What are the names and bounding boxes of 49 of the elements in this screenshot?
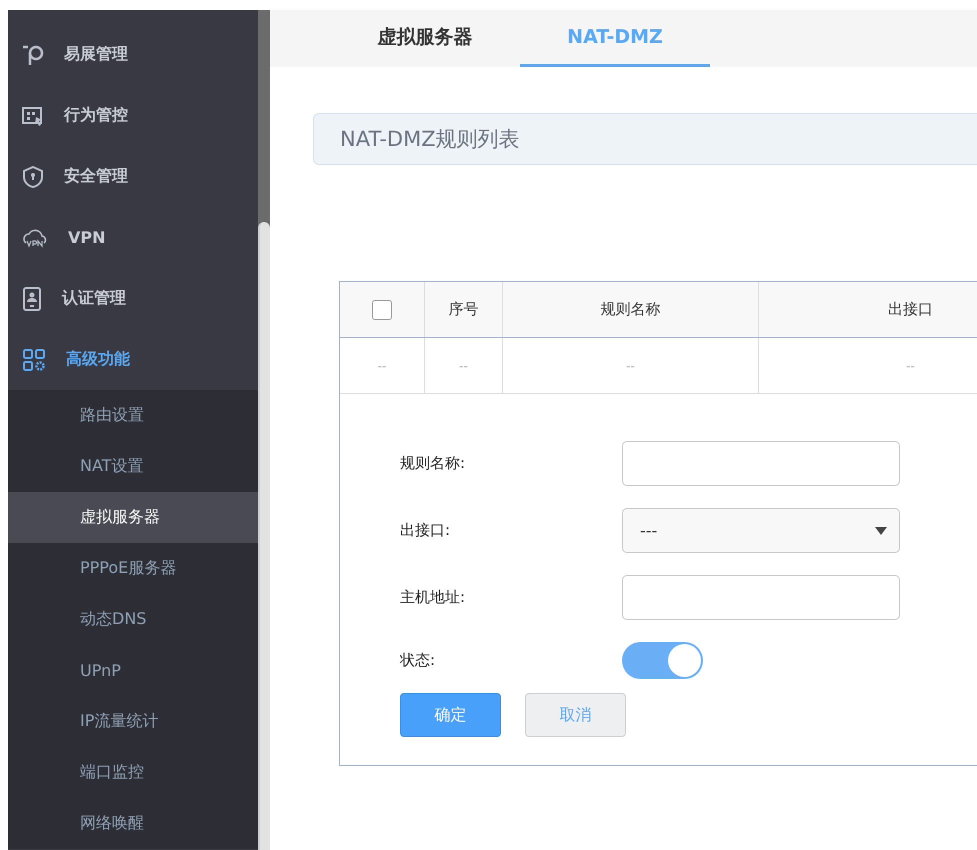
screen-icon (22, 104, 44, 126)
confirm-button[interactable]: 确定 (400, 693, 501, 737)
submenu-item[interactable]: 网络唤醒 (8, 798, 258, 849)
submenu-item[interactable]: 虚拟服务器 (8, 492, 258, 543)
toggle-switch[interactable] (622, 642, 703, 679)
submenu-item[interactable]: 动态DNS (8, 594, 258, 645)
table-cell: -- (503, 338, 759, 393)
submenu-item[interactable]: 路由设置 (8, 390, 258, 441)
menu-label: 易展管理 (64, 44, 128, 65)
text-field[interactable] (622, 575, 900, 620)
submenu-item[interactable]: 端口监控 (8, 747, 258, 798)
submenu-item[interactable]: PPPoE服务器 (8, 543, 258, 594)
menu-item[interactable]: 高级功能 (8, 329, 258, 390)
menu-item[interactable]: VPN (8, 207, 258, 268)
tab[interactable]: 虚拟服务器 (330, 10, 520, 67)
table-cell: -- (759, 338, 977, 393)
text-field[interactable] (622, 441, 900, 486)
select-all-checkbox[interactable] (372, 300, 392, 320)
menu-item[interactable]: 认证管理 (8, 268, 258, 329)
menu-item[interactable]: 行为管控 (8, 85, 258, 146)
cloud-icon (22, 228, 48, 248)
grid-gear-icon (22, 348, 46, 372)
menu-item[interactable]: 易展管理 (8, 24, 258, 85)
field-label: 主机地址: (400, 588, 466, 607)
submenu-item[interactable]: NAT设置 (8, 441, 258, 492)
field-label: 状态: (400, 651, 436, 670)
menu-label: 认证管理 (62, 288, 126, 309)
dropdown[interactable]: --- (622, 508, 900, 553)
field-label: 规则名称: (400, 454, 466, 473)
shield-icon (22, 166, 44, 188)
submenu-item[interactable]: UPnP (8, 645, 258, 696)
caret-icon (875, 526, 887, 534)
logo-icon (22, 44, 44, 66)
table-cell: -- (425, 338, 503, 393)
field-label: 出接口: (400, 521, 452, 540)
scrollbar-thumb[interactable] (258, 222, 270, 850)
column-header: 规则名称 (503, 282, 759, 337)
menu-label: 高级功能 (66, 349, 130, 370)
column-header: 出接口 (759, 282, 977, 337)
section-title: NAT-DMZ规则列表 (313, 113, 977, 165)
menu-label: VPN (68, 228, 106, 247)
table-cell: -- (340, 338, 425, 393)
menu-label: 安全管理 (64, 166, 128, 187)
submenu-item[interactable]: IP流量统计 (8, 696, 258, 747)
menu-label: 行为管控 (64, 105, 128, 126)
column-header: 序号 (425, 282, 503, 337)
scrollbar[interactable] (258, 10, 270, 850)
menu-item[interactable]: 安全管理 (8, 146, 258, 207)
phone-user-icon (22, 286, 42, 310)
